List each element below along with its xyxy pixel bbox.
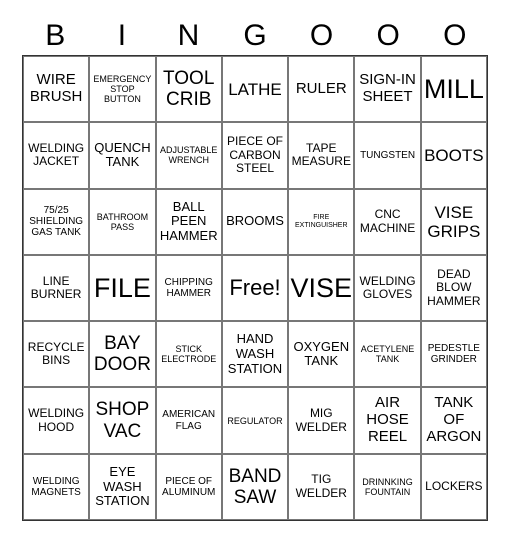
bingo-cell[interactable]: ACETYLENE TANK <box>354 321 421 388</box>
bingo-cell[interactable]: WIRE BRUSH <box>23 56 90 123</box>
header-letter: G <box>243 19 267 52</box>
bingo-cell[interactable]: ADJUSTABLE WRENCH <box>155 122 222 189</box>
bingo-cell[interactable]: BAY DOOR <box>89 321 156 388</box>
bingo-cell[interactable]: CHIPPING HAMMER <box>155 254 222 322</box>
bingo-cell[interactable]: BROOMS <box>221 188 289 255</box>
bingo-cell[interactable]: WELDING JACKET <box>23 122 90 189</box>
bingo-cell[interactable]: STICK ELECTRODE <box>155 321 222 388</box>
bingo-cell[interactable]: PIECE OF ALUMINUM <box>155 453 222 520</box>
bingo-cell[interactable]: HAND WASH STATION <box>221 321 289 388</box>
bingo-cell[interactable]: LOCKERS <box>420 453 487 520</box>
bingo-cell[interactable]: VISE <box>288 254 355 322</box>
bingo-cell[interactable]: WELDING MAGNETS <box>23 453 90 520</box>
free-space[interactable]: Free! <box>221 254 289 322</box>
bingo-cell[interactable]: SHOP VAC <box>89 387 156 454</box>
bingo-cell[interactable]: DRINNKING FOUNTAIN <box>354 453 421 520</box>
bingo-cell[interactable]: TOOL CRIB <box>155 56 222 123</box>
bingo-cell[interactable]: AMERICAN FLAG <box>155 387 222 454</box>
bingo-cell[interactable]: LATHE <box>221 56 289 123</box>
bingo-cell[interactable]: MIG WELDER <box>288 387 355 454</box>
bingo-cell[interactable]: REGULATOR <box>221 387 289 454</box>
bingo-cell[interactable]: OXYGEN TANK <box>288 321 355 388</box>
bingo-cell[interactable]: PIECE OF CARBON STEEL <box>221 122 289 189</box>
bingo-cell[interactable]: TANK OF ARGON <box>420 387 487 454</box>
header-letter: O <box>309 19 334 52</box>
bingo-grid: WIRE BRUSH EMERGENCY STOP BUTTON TOOL CR… <box>22 55 488 521</box>
bingo-cell[interactable]: DEAD BLOW HAMMER <box>420 254 487 322</box>
bingo-cell[interactable]: VISE GRIPS <box>420 188 487 255</box>
bingo-cell[interactable]: BALL PEEN HAMMER <box>155 188 222 255</box>
bingo-cell[interactable]: BOOTS <box>420 122 487 189</box>
header-letter: I <box>117 19 127 52</box>
bingo-cell[interactable]: CNC MACHINE <box>354 188 421 255</box>
bingo-cell[interactable]: RECYCLE BINS <box>23 321 90 388</box>
bingo-cell[interactable]: FILE <box>89 254 156 322</box>
bingo-cell[interactable]: TUNGSTEN <box>354 122 421 189</box>
bingo-cell[interactable]: MILL <box>420 56 487 123</box>
bingo-cell[interactable]: EYE WASH STATION <box>89 453 156 520</box>
bingo-cell[interactable]: EMERGENCY STOP BUTTON <box>89 56 156 123</box>
bingo-header: B I N G O O O <box>22 18 488 54</box>
bingo-cell[interactable]: WELDING GLOVES <box>354 254 421 322</box>
header-letter: N <box>177 19 200 52</box>
bingo-cell[interactable]: BATHROOM PASS <box>89 188 156 255</box>
bingo-cell[interactable]: RULER <box>288 56 355 123</box>
bingo-cell[interactable]: LINE BURNER <box>23 254 90 322</box>
bingo-cell[interactable]: TIG WELDER <box>288 453 355 520</box>
bingo-cell[interactable]: AIR HOSE REEL <box>354 387 421 454</box>
bingo-cell[interactable]: 75/25 SHIELDING GAS TANK <box>23 188 90 255</box>
bingo-cell[interactable]: PEDESTLE GRINDER <box>420 321 487 388</box>
bingo-cell[interactable]: BAND SAW <box>221 453 289 520</box>
bingo-cell[interactable]: WELDING HOOD <box>23 387 90 454</box>
bingo-cell[interactable]: QUENCH TANK <box>89 122 156 189</box>
header-letter: O <box>443 19 467 52</box>
header-letter: O <box>376 19 400 52</box>
bingo-cell[interactable]: TAPE MEASURE <box>288 122 355 189</box>
header-letter: B <box>45 19 66 52</box>
bingo-cell[interactable]: FIRE EXTINGUISHER <box>288 188 355 255</box>
bingo-cell[interactable]: SIGN-IN SHEET <box>354 56 421 123</box>
